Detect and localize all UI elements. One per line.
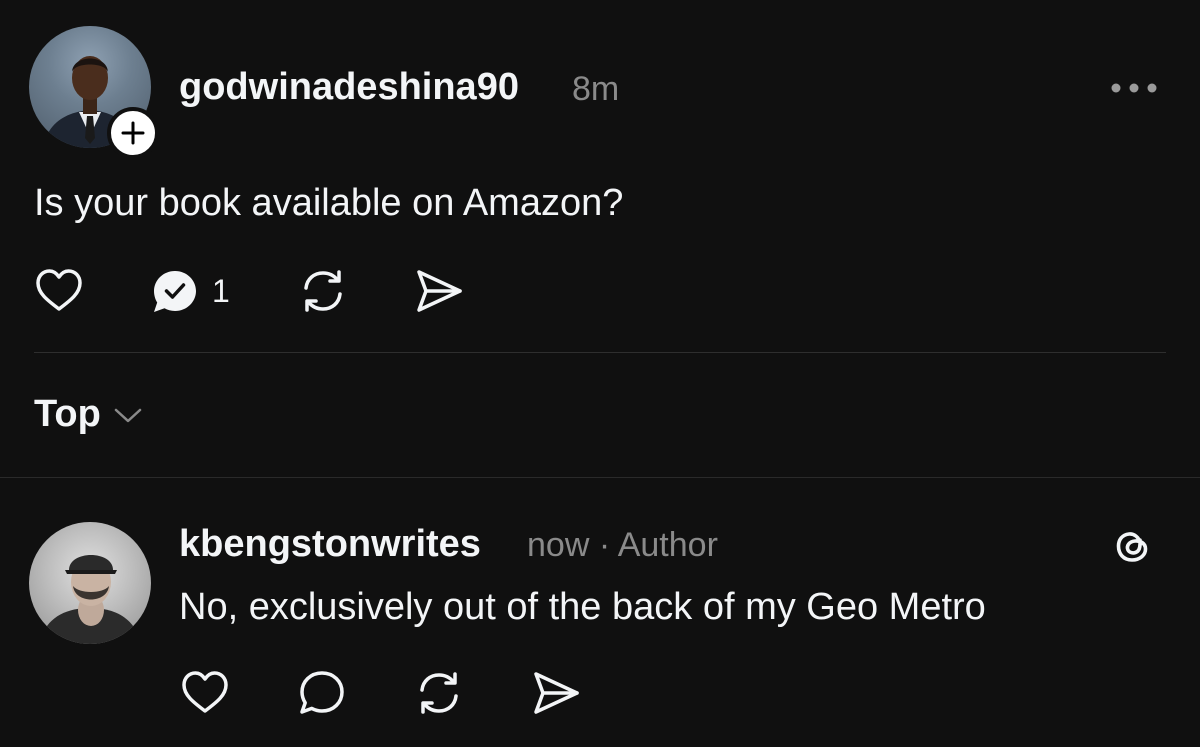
heart-icon[interactable] — [34, 266, 84, 316]
threads-icon — [1116, 532, 1148, 562]
plus-icon — [121, 121, 145, 145]
sort-dropdown[interactable]: Top — [34, 393, 145, 436]
reply-text: No, exclusively out of the back of my Ge… — [179, 586, 986, 628]
post-text: Is your book available on Amazon? — [34, 182, 624, 224]
repost-icon[interactable] — [298, 266, 348, 316]
post-username[interactable]: godwinadeshina90 — [179, 66, 519, 109]
reply-avatar[interactable] — [29, 522, 151, 644]
reply-username[interactable]: kbengstonwrites — [179, 523, 481, 566]
divider — [34, 352, 1166, 353]
comment-check-icon[interactable] — [151, 268, 199, 316]
follow-button[interactable] — [107, 107, 159, 159]
original-post: godwinadeshina90 8m Is your book availab… — [0, 0, 1200, 477]
reply-count: 1 — [212, 273, 230, 309]
post-timestamp: 8m — [572, 70, 620, 108]
chevron-down-icon — [114, 408, 142, 422]
send-icon[interactable] — [530, 668, 582, 718]
heart-icon[interactable] — [180, 668, 230, 718]
comment-icon[interactable] — [297, 668, 347, 718]
reply-meta: now · Author — [527, 526, 718, 564]
sort-label: Top — [34, 393, 101, 435]
repost-icon[interactable] — [414, 668, 464, 718]
send-icon[interactable] — [413, 266, 465, 316]
more-horizontal-icon[interactable] — [1110, 78, 1158, 98]
section-divider — [0, 477, 1200, 478]
